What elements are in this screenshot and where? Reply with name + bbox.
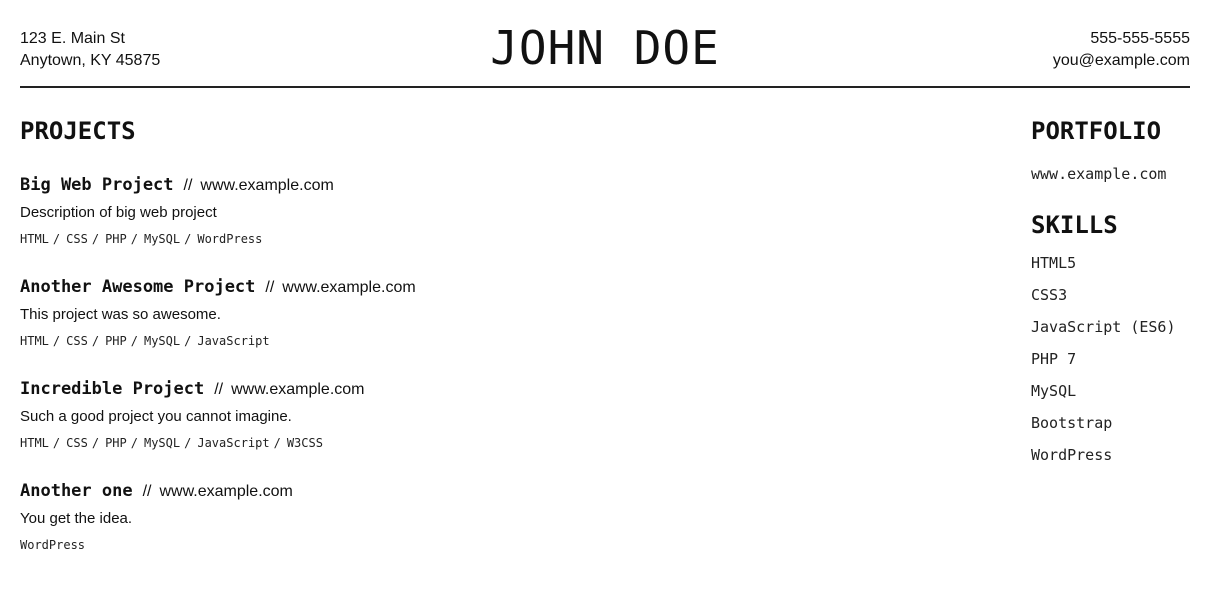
skill-item: PHP 7 bbox=[1031, 350, 1077, 368]
tech-tag: PHP bbox=[105, 232, 127, 246]
skill-item: WordPress bbox=[1031, 446, 1113, 464]
tech-tag: PHP bbox=[105, 436, 127, 450]
tag-separator: / bbox=[130, 334, 138, 348]
contact-block: 555-555-5555 you@example.com bbox=[1053, 28, 1190, 72]
project-link[interactable]: www.example.com bbox=[159, 483, 292, 500]
project-item: Incredible Project//www.example.com Such … bbox=[20, 377, 980, 451]
tech-tag: HTML bbox=[20, 232, 49, 246]
tag-separator: / bbox=[184, 232, 192, 246]
tech-tag: JavaScript bbox=[197, 436, 270, 450]
project-separator: // bbox=[214, 381, 224, 398]
project-title: Big Web Project bbox=[20, 175, 174, 195]
tag-separator: / bbox=[184, 436, 192, 450]
project-link[interactable]: www.example.com bbox=[200, 177, 333, 194]
project-description: Such a good project you cannot imagine. bbox=[20, 408, 292, 425]
project-tags: WordPress bbox=[20, 537, 980, 553]
project-description: This project was so awesome. bbox=[20, 306, 221, 323]
sidebar: PORTFOLIO www.example.com SKILLS HTML5 CS… bbox=[1031, 114, 1191, 466]
project-link[interactable]: www.example.com bbox=[282, 279, 415, 296]
project-header: Incredible Project // www.example.com bbox=[20, 377, 980, 402]
tech-tag: MySQL bbox=[143, 436, 181, 450]
tag-separator: / bbox=[130, 232, 138, 246]
tag-separator: / bbox=[52, 334, 61, 348]
project-description: Description of big web project bbox=[20, 204, 217, 221]
project-separator: // bbox=[265, 279, 275, 296]
tag-separator: / bbox=[273, 436, 281, 450]
tech-tag: HTML bbox=[20, 334, 49, 348]
project-item: Another one // www.example.com You get the … bbox=[20, 479, 980, 553]
tech-tag: MySQL bbox=[143, 334, 181, 348]
project-item: Another Awesome Project//www.example.com… bbox=[20, 275, 980, 349]
project-title: Another one bbox=[20, 481, 133, 501]
project-separator: // bbox=[142, 483, 152, 500]
skills-list: HTML5 CSS3 JavaScript (ES6) PHP 7 MySQL Boots… bbox=[1031, 252, 1191, 466]
project-header: Big Web Project // www.example.com bbox=[20, 173, 980, 198]
phone-number: 555-555-5555 bbox=[1090, 30, 1190, 47]
project-title: Another Awesome Project bbox=[20, 277, 256, 297]
skill-item: Bootstrap bbox=[1031, 414, 1113, 432]
projects-section: PROJECTS Big Web Project//www.example.co… bbox=[20, 114, 980, 553]
skill-item: HTML5 bbox=[1031, 254, 1077, 272]
tech-tag: JavaScript bbox=[197, 334, 270, 348]
skill-item: JavaScript (ES6) bbox=[1031, 318, 1176, 336]
project-link[interactable]: www.example.com bbox=[231, 381, 364, 398]
project-tags: HTML / CSS / PHP / MySQL / JavaScript bbox=[20, 333, 980, 349]
project-tags: HTML / CSS / PHP / MySQL / JavaScript / W3CSS bbox=[20, 435, 980, 451]
resume-name: JOHN DOE bbox=[490, 21, 720, 75]
tech-tag: WordPress bbox=[197, 232, 263, 246]
tag-separator: / bbox=[91, 436, 100, 450]
project-header: Another one // www.example.com bbox=[20, 479, 980, 504]
portfolio-link[interactable]: www.example.com bbox=[1031, 164, 1191, 184]
tag-separator: / bbox=[130, 436, 138, 450]
tech-tag: PHP bbox=[105, 334, 127, 348]
tag-separator: / bbox=[184, 334, 192, 348]
tech-tag: W3CSS bbox=[286, 436, 323, 450]
project-header: Another Awesome Project // www.example.com bbox=[20, 275, 980, 300]
portfolio-title: PORTFOLIO bbox=[1031, 117, 1162, 145]
project-list: Big Web Project//www.example.com Descript… bbox=[20, 173, 980, 553]
skill-item: MySQL bbox=[1031, 382, 1077, 400]
email-address: you@example.com bbox=[1052, 52, 1190, 69]
tag-separator: / bbox=[91, 334, 100, 348]
project-description: You get the idea. bbox=[20, 510, 133, 527]
projects-title: PROJECTS bbox=[20, 117, 136, 145]
skill-item: CSS3 bbox=[1031, 286, 1068, 304]
tag-separator: / bbox=[52, 436, 61, 450]
project-tags: HTML / CSS / PHP / MySQL / WordPress bbox=[20, 231, 980, 247]
resume-header: 123 E. Main St Anytown, KY 45875 JOHN DO… bbox=[20, 0, 1190, 88]
project-item: Big Web Project//www.example.com Descript… bbox=[20, 173, 980, 247]
project-separator: // bbox=[183, 177, 193, 194]
tag-separator: / bbox=[52, 232, 61, 246]
skills-title: SKILLS bbox=[1031, 211, 1118, 239]
tech-tag: MySQL bbox=[143, 232, 181, 246]
tech-tag: HTML bbox=[20, 436, 49, 450]
tech-tag: CSS bbox=[66, 436, 88, 450]
tech-tag: CSS bbox=[66, 232, 88, 246]
project-title: Incredible Project bbox=[20, 379, 205, 399]
tech-tag: WordPress bbox=[20, 538, 86, 552]
tag-separator: / bbox=[91, 232, 100, 246]
tech-tag: CSS bbox=[66, 334, 88, 348]
